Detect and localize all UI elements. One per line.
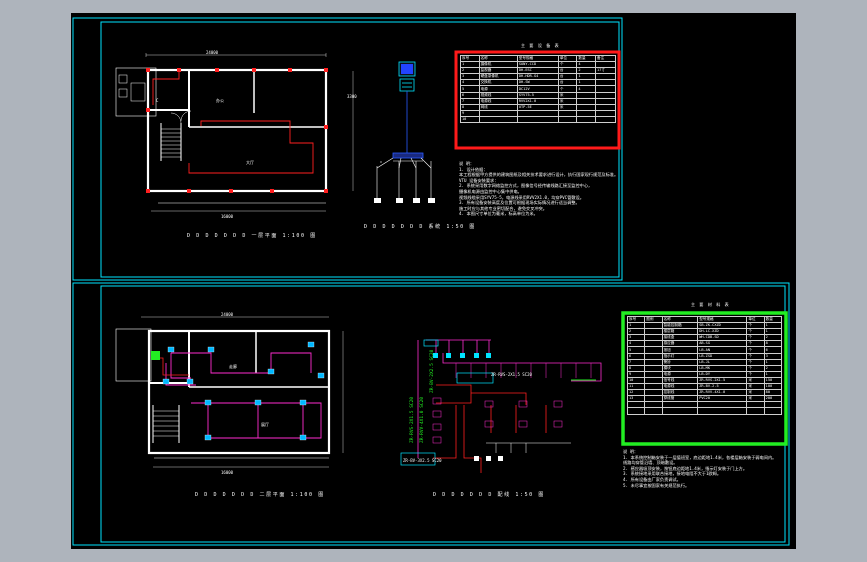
table-row bbox=[626, 407, 783, 415]
table-row: 10 bbox=[460, 115, 616, 124]
upper-floor-plan bbox=[115, 53, 354, 212]
table-cell bbox=[626, 407, 646, 415]
table-cell bbox=[661, 407, 699, 415]
upper-notes: 说 明： 1. 设计依据： 本工程根据甲方提供的建筑图纸及相关技术要求进行设计，执… bbox=[459, 161, 618, 217]
riser-vertical-labels: ZR-RVS-2X1.5 SC20 ZR-RVV-4X1.0 SC20 ZR-B… bbox=[409, 349, 435, 443]
upper-system-caption: D D D D D D D 系统 1:50 图 bbox=[364, 224, 477, 230]
table-cell bbox=[595, 115, 616, 124]
green-table-title: 主 要 材 料 表 bbox=[691, 302, 730, 307]
lower-plan-dim-top: 24000 bbox=[221, 312, 234, 317]
red-equipment-table: 序号 名称 型号规格 单位 数量 备注 1 摄像机 SONY-CCD 个 4 2 监视器 DH-ESC 台 2… bbox=[460, 54, 616, 124]
riser-label-4: ZR-RVS-2X1.5 SC20 bbox=[491, 372, 533, 377]
lower-plan-room-lower: 展厅 bbox=[261, 422, 269, 427]
lower-plan-red-wiring bbox=[151, 357, 189, 376]
upper-system-diagram bbox=[374, 61, 435, 203]
lower-plan-green-device bbox=[151, 351, 160, 360]
upper-plan-caption: D D D D D D D 一层平面 1:100 图 bbox=[187, 233, 317, 239]
upper-plan-dim-right: 3300 bbox=[347, 94, 357, 99]
lower-notes: 说 明： 1. 本系统控制箱安装于一层值班室，底边距地1.4米，各楼层箱安装于弱电… bbox=[623, 449, 776, 488]
note-line: 4. 本图尺寸单位为毫米，标高单位为米。 bbox=[459, 211, 538, 217]
table-cell bbox=[516, 115, 559, 124]
riser-label-3: ZR-BV-2X2.5 SC20 bbox=[429, 349, 435, 393]
computer-icon bbox=[398, 61, 416, 92]
riser-label-5: ZR-BV-3X2.5 SC20 bbox=[403, 458, 442, 463]
lower-plan-dim-bottom: 16000 bbox=[221, 470, 234, 475]
upper-plan-room-lower: 大厅 bbox=[246, 160, 254, 165]
table-cell bbox=[478, 115, 518, 124]
upper-plan-columns bbox=[146, 68, 328, 193]
upper-plan-red-route bbox=[152, 70, 314, 174]
table-cell bbox=[557, 115, 578, 124]
lower-plan-devices bbox=[162, 341, 325, 441]
switch-icon bbox=[392, 152, 424, 159]
upper-plan-room-center: 办公 bbox=[216, 98, 224, 103]
riser-label-2: ZR-RVV-4X1.0 SC20 bbox=[419, 397, 425, 443]
table-cell bbox=[644, 407, 663, 415]
note-line: 5. 未尽事宜按国家有关规范执行。 bbox=[623, 482, 690, 488]
riser-label-1: ZR-RVS-2X1.5 SC20 bbox=[409, 397, 415, 443]
green-material-table: 序号 图例 名称 型号规格 单位 数量 1 智能控制箱 SB-ZK-CXZD 个 1 2 楼层箱 DH-L… bbox=[626, 315, 783, 415]
red-table-title: 主 要 设 备 表 bbox=[521, 43, 560, 48]
upper-plan-dim-bottom: 16000 bbox=[221, 214, 234, 219]
upper-plan-dim-top: 24000 bbox=[206, 50, 219, 55]
lower-system-caption: D D D D D D D 配线 1:50 图 bbox=[433, 492, 546, 498]
table-cell bbox=[697, 407, 748, 415]
lower-plan-room-center: 走廊 bbox=[229, 364, 237, 369]
lower-plan-caption: D D D D D D D 二层平面 1:100 图 bbox=[195, 492, 325, 498]
upper-plan-room-small: C bbox=[156, 98, 159, 103]
drawing-canvas: ZR-RVS-2X1.5 SC20 ZR-RVV-4X1.0 SC20 ZR-B… bbox=[71, 13, 796, 549]
lower-floor-plan bbox=[115, 316, 344, 468]
table-cell: 10 bbox=[460, 115, 480, 124]
note-line: 本工程根据甲方提供的建筑图纸及相关技术要求进行设计，执行国家现行规范及标准。 bbox=[459, 172, 619, 178]
table-cell bbox=[763, 407, 783, 415]
camera-icon bbox=[374, 198, 435, 203]
table-cell bbox=[576, 115, 596, 124]
table-cell bbox=[746, 407, 765, 415]
